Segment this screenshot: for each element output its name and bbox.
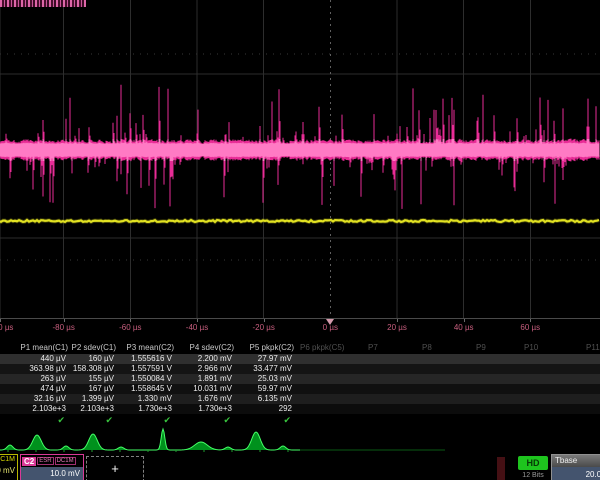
measurement-header-unused[interactable]: P9 (476, 343, 486, 352)
measurement-value: 27.97 mV (234, 354, 294, 364)
axis-tick (530, 319, 531, 322)
table-row: 474 µV167 µV1.558645 V10.031 mV59.97 mV (0, 384, 600, 394)
measurement-value: 292 (234, 404, 294, 414)
measurement-table-headers: P1 mean(C1)P2 sdev(C1)P3 mean(C2)P4 sdev… (0, 341, 600, 354)
c2-scale-value: 10.0 mV (21, 467, 83, 480)
measurement-value: 167 µV (68, 384, 116, 394)
measurement-value: 1.730e+3 (174, 404, 234, 414)
measurement-value: 10.031 mV (174, 384, 234, 394)
measurement-value: 1.557591 V (116, 364, 174, 374)
add-trace-button[interactable]: + (86, 456, 144, 480)
measurement-value: 2.966 mV (174, 364, 234, 374)
timebase-axis: -100 µs-80 µs-60 µs-40 µs-20 µs0 µs20 µs… (0, 318, 600, 340)
timebase-descriptor[interactable]: Tbase 20.0 µ (551, 454, 600, 480)
histogram-trace-area (0, 426, 600, 454)
measurement-value: 160 µV (68, 354, 116, 364)
timebase-label: Tbase (552, 455, 600, 467)
waveform-area (0, 0, 600, 318)
measurement-header[interactable]: P2 sdev(C1) (68, 343, 116, 352)
trigger-position-marker[interactable] (326, 319, 334, 325)
table-row: 363.98 µV158.308 µV1.557591 V2.966 mV33.… (0, 364, 600, 374)
table-row: 2.103e+32.103e+31.730e+31.730e+3292 (0, 404, 600, 414)
measurement-header[interactable]: P1 mean(C1) (0, 343, 68, 352)
measurement-value: 2.103e+3 (0, 404, 68, 414)
measurement-header[interactable]: P3 mean(C2) (116, 343, 174, 352)
measurement-value: 2.200 mV (174, 354, 234, 364)
measurement-value: 59.97 mV (234, 384, 294, 394)
axis-label: 60 µs (520, 323, 540, 332)
hd-bits-label: 12 Bits (512, 472, 554, 479)
c1-coupling-label: C1M (0, 456, 15, 463)
table-row: 32.16 µV1.399 µV1.330 mV1.676 mV6.135 mV (0, 394, 600, 404)
measurement-value: 158.308 µV (68, 364, 116, 374)
measurement-value: 1.399 µV (68, 394, 116, 404)
measurement-header[interactable]: P5 pkpk(C2) (234, 343, 294, 352)
table-row: 263 µV155 µV1.550084 V1.891 mV25.03 mV (0, 374, 600, 384)
trigger-descriptor-edge[interactable] (497, 457, 505, 480)
measurement-header-unused[interactable]: P8 (422, 343, 432, 352)
measurement-value: 1.891 mV (174, 374, 234, 384)
axis-label: 20 µs (387, 323, 407, 332)
measurement-header-unused[interactable]: P10 (524, 343, 538, 352)
axis-tick (197, 319, 198, 322)
axis-label: 40 µs (454, 323, 474, 332)
axis-label: -80 µs (52, 323, 74, 332)
timebase-value: 20.0 µ (552, 467, 600, 480)
measurement-value: 32.16 µV (0, 394, 68, 404)
plus-icon: + (111, 461, 119, 476)
measurement-value: 2.103e+3 (68, 404, 116, 414)
measurement-value: 363.98 µV (0, 364, 68, 374)
measurement-value: 1.550084 V (116, 374, 174, 384)
measurement-value: 263 µV (0, 374, 68, 384)
axis-tick (264, 319, 265, 322)
top-left-tag (0, 0, 86, 7)
measurement-value: 1.676 mV (174, 394, 234, 404)
table-row: 440 µV160 µV1.555616 V2.200 mV27.97 mV (0, 354, 600, 364)
measurement-header-unused[interactable]: P11 (586, 343, 600, 352)
axis-label: -20 µs (252, 323, 274, 332)
channel-c2-descriptor[interactable]: C2 ESR DC1M 10.0 mV (20, 454, 84, 480)
c2-coupling-badge: DC1M (55, 457, 76, 465)
measurement-value: 474 µV (0, 384, 68, 394)
measurement-value: 155 µV (68, 374, 116, 384)
axis-tick (0, 319, 1, 322)
measurement-value: 6.135 mV (234, 394, 294, 404)
measurement-header-unused[interactable]: P7 (368, 343, 378, 352)
hd-mode-badge[interactable]: HD (518, 456, 548, 470)
axis-tick (397, 319, 398, 322)
measurement-header[interactable]: P4 sdev(C2) (174, 343, 234, 352)
measurement-value: 1.730e+3 (116, 404, 174, 414)
measurement-header-unused[interactable]: P6 pkpk(C5) (300, 343, 344, 352)
measurement-value: 33.477 mV (234, 364, 294, 374)
measurement-value: 25.03 mV (234, 374, 294, 384)
axis-tick (64, 319, 65, 322)
measurement-value: 1.555616 V (116, 354, 174, 364)
channel-c1-descriptor[interactable]: C1M 0 mV (0, 454, 18, 480)
measurement-value: 1.558645 V (116, 384, 174, 394)
measurement-value: 1.330 mV (116, 394, 174, 404)
axis-label: -60 µs (119, 323, 141, 332)
measurement-value: 440 µV (0, 354, 68, 364)
c1-scale-value: 0 mV (0, 466, 15, 475)
axis-label: -40 µs (186, 323, 208, 332)
axis-label: -100 µs (0, 323, 13, 332)
axis-tick (464, 319, 465, 322)
c2-esr-badge: ESR (37, 457, 53, 465)
c2-label: C2 (22, 457, 36, 466)
axis-tick (130, 319, 131, 322)
measurement-table-rows: 440 µV160 µV1.555616 V2.200 mV27.97 mV36… (0, 354, 600, 414)
measurement-table: P1 mean(C1)P2 sdev(C1)P3 mean(C2)P4 sdev… (0, 341, 600, 427)
